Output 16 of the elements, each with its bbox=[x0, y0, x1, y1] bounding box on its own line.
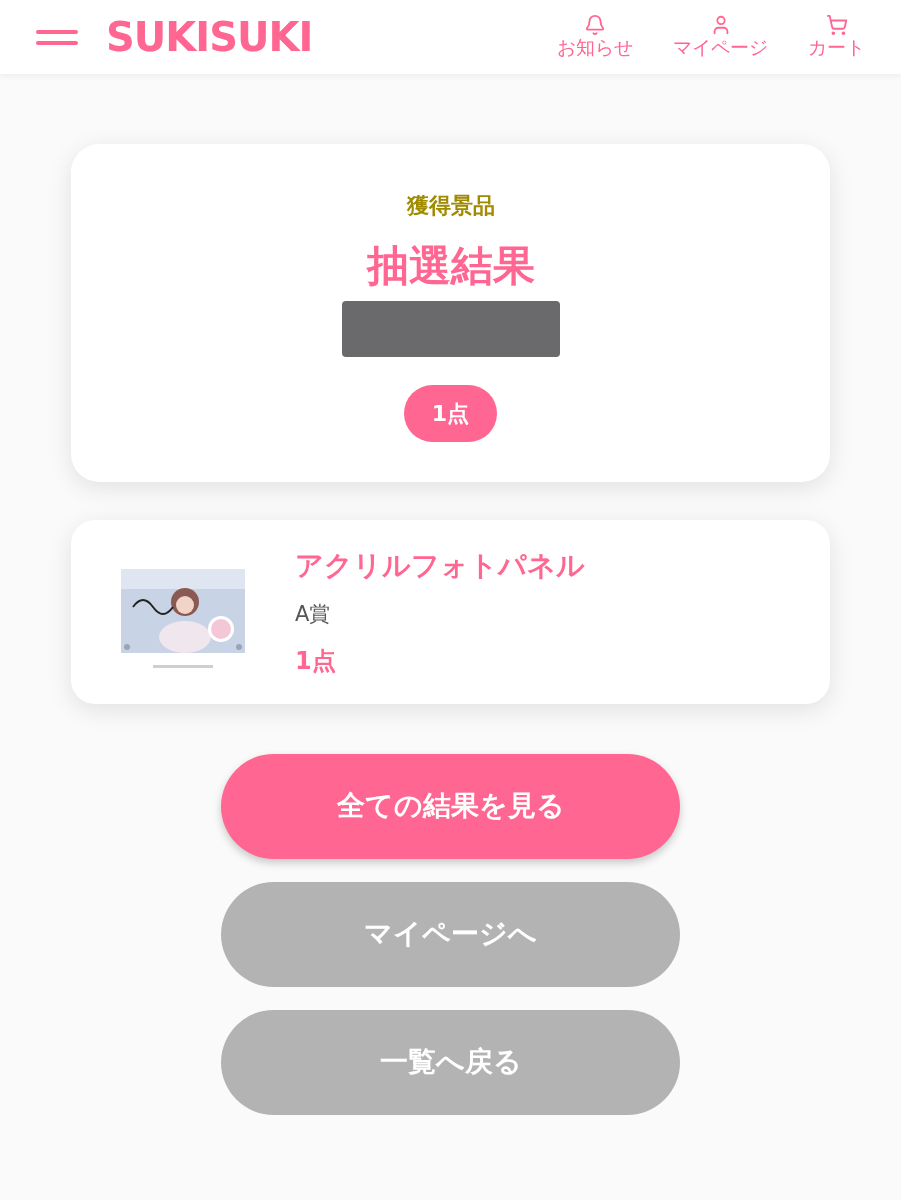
action-button[interactable]: 全ての結果を見る bbox=[221, 753, 680, 859]
bell-icon bbox=[584, 14, 606, 37]
prize-count: 1点 bbox=[295, 645, 337, 677]
nav-link[interactable]: お知らせ bbox=[557, 14, 633, 60]
result-title: 抽選結果 bbox=[366, 240, 535, 292]
cart-icon bbox=[825, 14, 848, 37]
count-badge: 1点 bbox=[403, 385, 498, 442]
nav-link[interactable]: マイページ bbox=[673, 14, 768, 60]
menu-icon[interactable] bbox=[36, 29, 78, 45]
nav-link[interactable]: カート bbox=[808, 14, 865, 60]
action-button[interactable]: 一覧へ戻る bbox=[221, 1009, 680, 1115]
prize-rank: A賞 bbox=[295, 601, 332, 628]
prize-name: アクリルフォトパネル bbox=[295, 548, 585, 584]
eyebrow-label: 獲得景品 bbox=[406, 192, 495, 220]
action-button[interactable]: マイページへ bbox=[221, 881, 680, 987]
logo[interactable]: SUKISUKI bbox=[106, 17, 313, 57]
